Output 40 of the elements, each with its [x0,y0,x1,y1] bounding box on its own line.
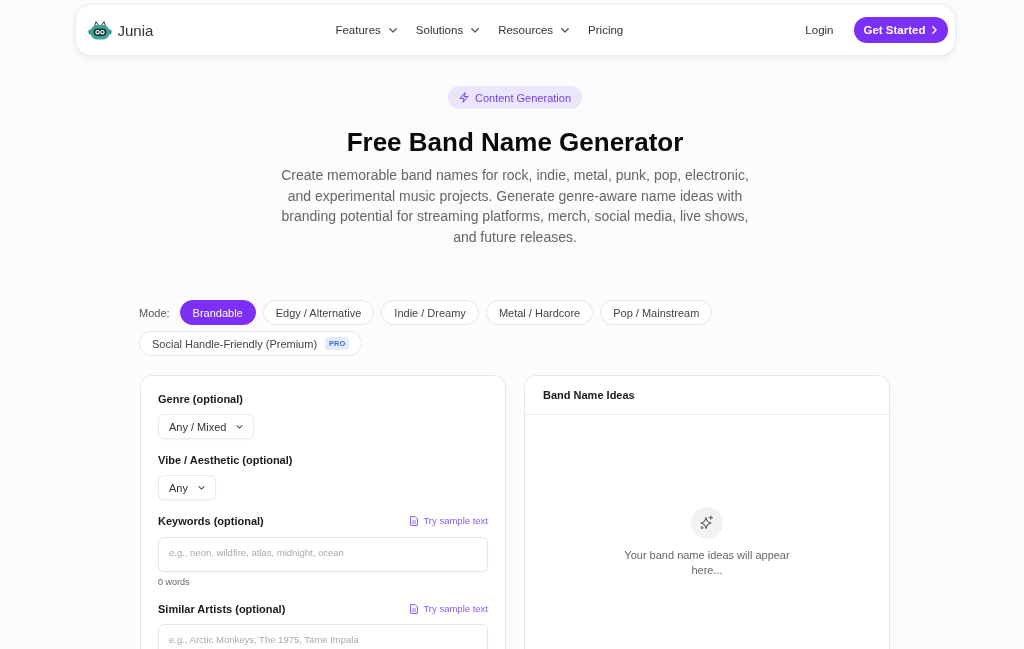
empty-state-message: Your band name ideas will appear here... [623,548,791,579]
field-label: Similar Artists (optional) [158,602,286,617]
dropdown-select[interactable]: Any / Mixed [158,414,255,440]
chevron-right-icon [932,26,938,34]
sparkle-icon [691,507,723,540]
caret-icon [561,27,570,33]
caret-icon [388,27,397,33]
try-sample-link[interactable]: Try sample text [410,603,488,616]
results-title: Band Name Ideas [543,389,635,402]
dropdown-select[interactable]: Any [158,475,216,501]
mode-chip[interactable]: Brandable [179,300,256,326]
caret-icon [471,27,480,33]
lightning-icon [459,92,469,103]
nav-menu-item[interactable]: Solutions [415,24,480,36]
mode-chip[interactable]: Indie / Dreamy [381,300,479,326]
home-link[interactable]: Junia [87,20,154,40]
page-title: Free Band Name Generator [346,126,684,158]
document-icon [410,604,419,615]
field-label: Genre (optional) [158,392,243,407]
mode-label: Mode: [139,306,170,319]
page-description: Create memorable band names for rock, indie, metal, punk, pop, electronic, and experimental music projects. Generate genre-aware name ideas with branding potential for streaming platforms, merch, social media, live shows, and future releases. [280,166,750,247]
document-icon [410,516,419,527]
field-label: Vibe / Aesthetic (optional) [158,453,293,468]
field-label: Keywords (optional) [158,514,264,529]
try-sample-link[interactable]: Try sample text [410,515,488,528]
mode-chip[interactable]: Pop / Mainstream [600,300,713,326]
mode-chip[interactable]: Metal / Hardcore [485,300,594,326]
text-input[interactable]: e.g., Arctic Monkeys, The 1975, Tame Impala [158,624,488,649]
caret-icon [197,485,205,490]
login-link[interactable]: Login [805,24,834,36]
badge-text: Content Generation [475,91,571,104]
nav-menu-item[interactable]: Resources [498,24,570,36]
nav-menu-item[interactable]: Features [335,24,397,36]
nav-menu-item[interactable]: Pricing [588,24,624,36]
get-started-button[interactable]: Get Started [854,17,949,43]
robot-head-logo-icon [87,20,112,40]
text-input[interactable]: e.g., neon, wildfire, atlas, midnight, ocean [158,537,488,573]
word-count: 0 words [158,577,191,589]
caret-icon [236,424,244,429]
mode-chip[interactable]: Edgy / Alternative [262,300,375,326]
